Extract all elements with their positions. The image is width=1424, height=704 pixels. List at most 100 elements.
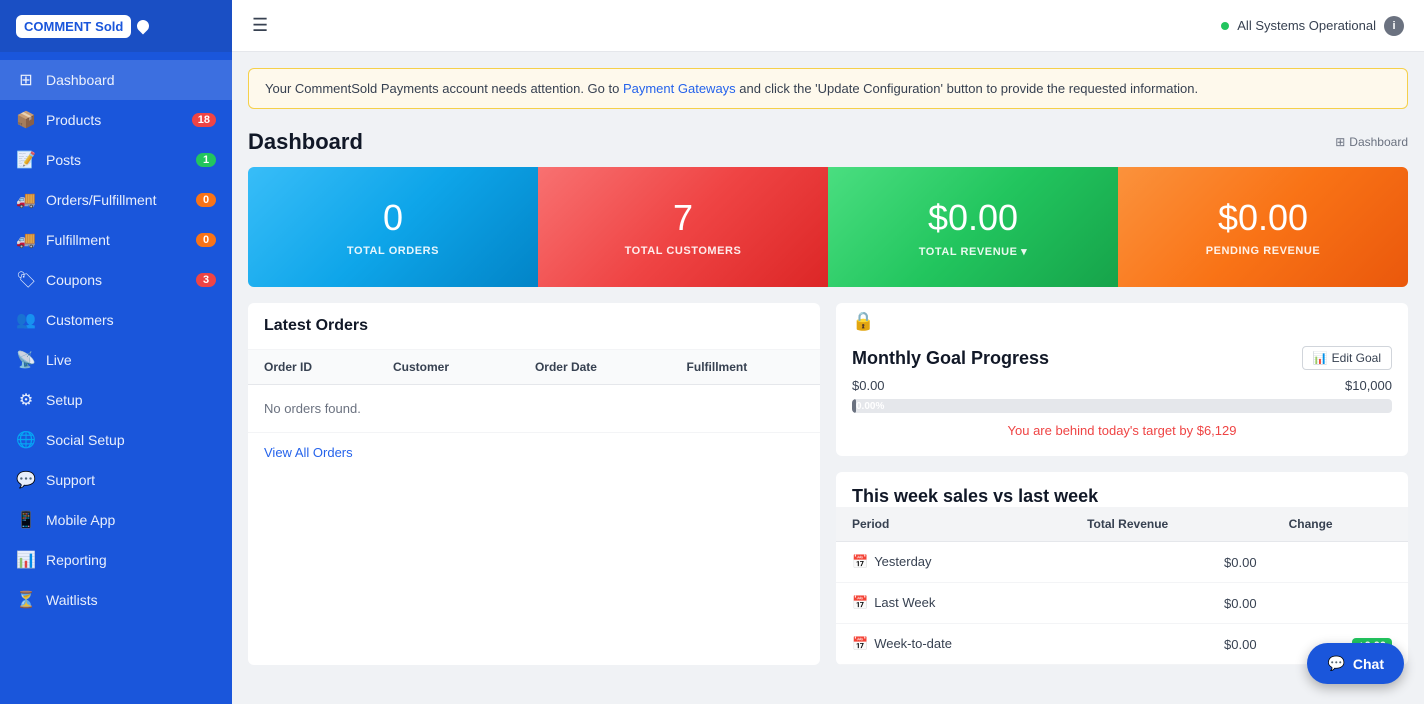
breadcrumb-icon: ⊞ <box>1335 135 1345 149</box>
view-all-orders-link[interactable]: View All Orders <box>248 433 820 472</box>
stat-value-total-revenue: $0.00 <box>928 197 1018 239</box>
sidebar-nav: ⊞Dashboard📦Products18📝Posts1🚚Orders/Fulf… <box>0 52 232 704</box>
goal-header: Monthly Goal Progress 📊 Edit Goal <box>836 332 1408 378</box>
sidebar-item-label-customers: Customers <box>46 312 114 328</box>
latest-orders-card: Latest Orders Order IDCustomerOrder Date… <box>248 303 820 665</box>
weekly-col-total-revenue: Total Revenue <box>1071 507 1273 542</box>
sidebar-item-waitlists[interactable]: ⏳ Waitlists <box>0 580 232 620</box>
goal-progress-section: $0.00 $10,000 0.00% You are behind today… <box>836 378 1408 456</box>
orders-col-order-date: Order Date <box>519 350 671 385</box>
content-area: Your CommentSold Payments account needs … <box>232 52 1424 704</box>
logo-sold: Sold <box>95 19 123 34</box>
sidebar-item-dashboard[interactable]: ⊞Dashboard <box>0 60 232 100</box>
bar-chart-icon: 📊 <box>1313 351 1328 365</box>
stat-value-total-orders: 0 <box>383 197 403 239</box>
sidebar-item-label-live: Live <box>46 352 72 368</box>
orders-col-customer: Customer <box>377 350 519 385</box>
goal-lock-icon: 🔒 <box>836 303 1408 332</box>
sidebar-item-social-setup[interactable]: 🌐Social Setup <box>0 420 232 460</box>
alert-banner: Your CommentSold Payments account needs … <box>248 68 1408 109</box>
sidebar-item-setup[interactable]: ⚙Setup <box>0 380 232 420</box>
social-setup-icon: 🌐 <box>16 430 36 450</box>
breadcrumb-label: Dashboard <box>1349 135 1408 149</box>
weekly-sales-card: This week sales vs last week PeriodTotal… <box>836 472 1408 665</box>
weekly-revenue-0: $0.00 <box>1071 542 1273 583</box>
stat-label-total-revenue: TOTAL REVENUE ▾ <box>919 245 1028 258</box>
main-area: ☰ All Systems Operational i Your Comment… <box>232 0 1424 704</box>
orders-col-fulfillment: Fulfillment <box>671 350 820 385</box>
weekly-period-1: 📅Last Week <box>836 583 1071 624</box>
stat-value-pending-revenue: $0.00 <box>1218 197 1308 239</box>
sidebar-item-mobile-app[interactable]: 📱Mobile App <box>0 500 232 540</box>
monthly-goal-card: 🔒 Monthly Goal Progress 📊 Edit Goal $0.0… <box>836 303 1408 456</box>
alert-text-after: and click the 'Update Configuration' but… <box>736 81 1198 96</box>
info-icon[interactable]: i <box>1384 16 1404 36</box>
stat-value-total-customers: 7 <box>673 197 693 239</box>
logo-bubble-icon <box>135 18 152 35</box>
reporting-icon: 📊 <box>16 550 36 570</box>
nav-badge-products: 18 <box>192 113 216 127</box>
fulfillment-icon: 🚚 <box>16 230 36 250</box>
goal-amounts: $0.00 $10,000 <box>852 378 1392 393</box>
logo: COMMENT Sold <box>0 0 232 52</box>
sidebar-item-label-setup: Setup <box>46 392 83 408</box>
sidebar-item-fulfillment[interactable]: 🚚Fulfillment0 <box>0 220 232 260</box>
weekly-revenue-1: $0.00 <box>1071 583 1273 624</box>
weekly-sales-table: PeriodTotal RevenueChange 📅Yesterday$0.0… <box>836 507 1408 665</box>
weekly-row-0: 📅Yesterday$0.00 <box>836 542 1408 583</box>
sidebar-item-live[interactable]: 📡 Live <box>0 340 232 380</box>
status-dot-icon <box>1221 22 1229 30</box>
sidebar-item-label-coupons: Coupons <box>46 272 102 288</box>
stat-card-total-orders: 0TOTAL ORDERS <box>248 167 538 287</box>
sidebar-item-reporting[interactable]: 📊 Reporting <box>0 540 232 580</box>
goal-target: $10,000 <box>1345 378 1392 393</box>
orders-fulfillment-icon: 🚚 <box>16 190 36 210</box>
progress-bar-bg: 0.00% <box>852 399 1392 413</box>
breadcrumb: ⊞ Dashboard <box>1335 135 1408 149</box>
stat-label-total-customers: TOTAL CUSTOMERS <box>625 245 742 257</box>
weekly-col-change: Change <box>1273 507 1408 542</box>
stat-card-total-revenue[interactable]: $0.00 TOTAL REVENUE ▾ <box>828 167 1118 287</box>
products-icon: 📦 <box>16 110 36 130</box>
two-col-layout: Latest Orders Order IDCustomerOrder Date… <box>248 303 1408 665</box>
status-text: All Systems Operational <box>1237 18 1376 33</box>
sidebar-item-posts[interactable]: 📝Posts1 <box>0 140 232 180</box>
payment-gateways-link[interactable]: Payment Gateways <box>623 81 736 96</box>
sidebar-item-products[interactable]: 📦Products18 <box>0 100 232 140</box>
hamburger-button[interactable]: ☰ <box>252 15 268 36</box>
stats-row: 0TOTAL ORDERS 7 TOTAL CUSTOMERS $0.00 TOTAL … <box>248 167 1408 287</box>
goal-current: $0.00 <box>852 378 885 393</box>
weekly-sales-title: This week sales vs last week <box>836 472 1408 507</box>
nav-badge-orders-fulfillment: 0 <box>196 193 216 207</box>
logo-comment: COMMENT <box>24 19 91 34</box>
nav-badge-coupons: 3 <box>196 273 216 287</box>
stat-card-total-customers: 7 TOTAL CUSTOMERS <box>538 167 828 287</box>
right-panel: 🔒 Monthly Goal Progress 📊 Edit Goal $0.0… <box>836 303 1408 665</box>
posts-icon: 📝 <box>16 150 36 170</box>
sidebar-item-customers[interactable]: 👥 Customers <box>0 300 232 340</box>
edit-goal-button[interactable]: 📊 Edit Goal <box>1302 346 1392 370</box>
stat-label-pending-revenue: PENDING REVENUE <box>1206 245 1321 257</box>
sidebar-item-label-reporting: Reporting <box>46 552 107 568</box>
customers-icon: 👥 <box>16 310 36 330</box>
sidebar-item-orders-fulfillment[interactable]: 🚚Orders/Fulfillment0 <box>0 180 232 220</box>
latest-orders-title: Latest Orders <box>248 303 820 350</box>
weekly-col-period: Period <box>836 507 1071 542</box>
chat-button[interactable]: 💬 Chat <box>1307 643 1404 684</box>
weekly-revenue-2: $0.00 <box>1071 624 1273 665</box>
weekly-change-1 <box>1273 583 1408 624</box>
sidebar-item-coupons[interactable]: 🏷Coupons3 <box>0 260 232 300</box>
chat-icon: 💬 <box>1327 655 1344 672</box>
page-title: Dashboard <box>248 129 363 155</box>
progress-pct-text: 0.00% <box>856 401 884 412</box>
orders-table: Order IDCustomerOrder DateFulfillment No… <box>248 350 820 433</box>
waitlists-icon: ⏳ <box>16 590 36 610</box>
sidebar-item-label-waitlists: Waitlists <box>46 592 98 608</box>
sidebar: COMMENT Sold ⊞Dashboard📦Products18📝Posts… <box>0 0 232 704</box>
dashboard-icon: ⊞ <box>16 70 36 90</box>
stat-card-pending-revenue: $0.00 PENDING REVENUE <box>1118 167 1408 287</box>
live-icon: 📡 <box>16 350 36 370</box>
weekly-period-2: 📅Week-to-date <box>836 624 1071 665</box>
sidebar-item-support[interactable]: 💬Support <box>0 460 232 500</box>
behind-target-text: You are behind today's target by $6,129 <box>852 419 1392 442</box>
